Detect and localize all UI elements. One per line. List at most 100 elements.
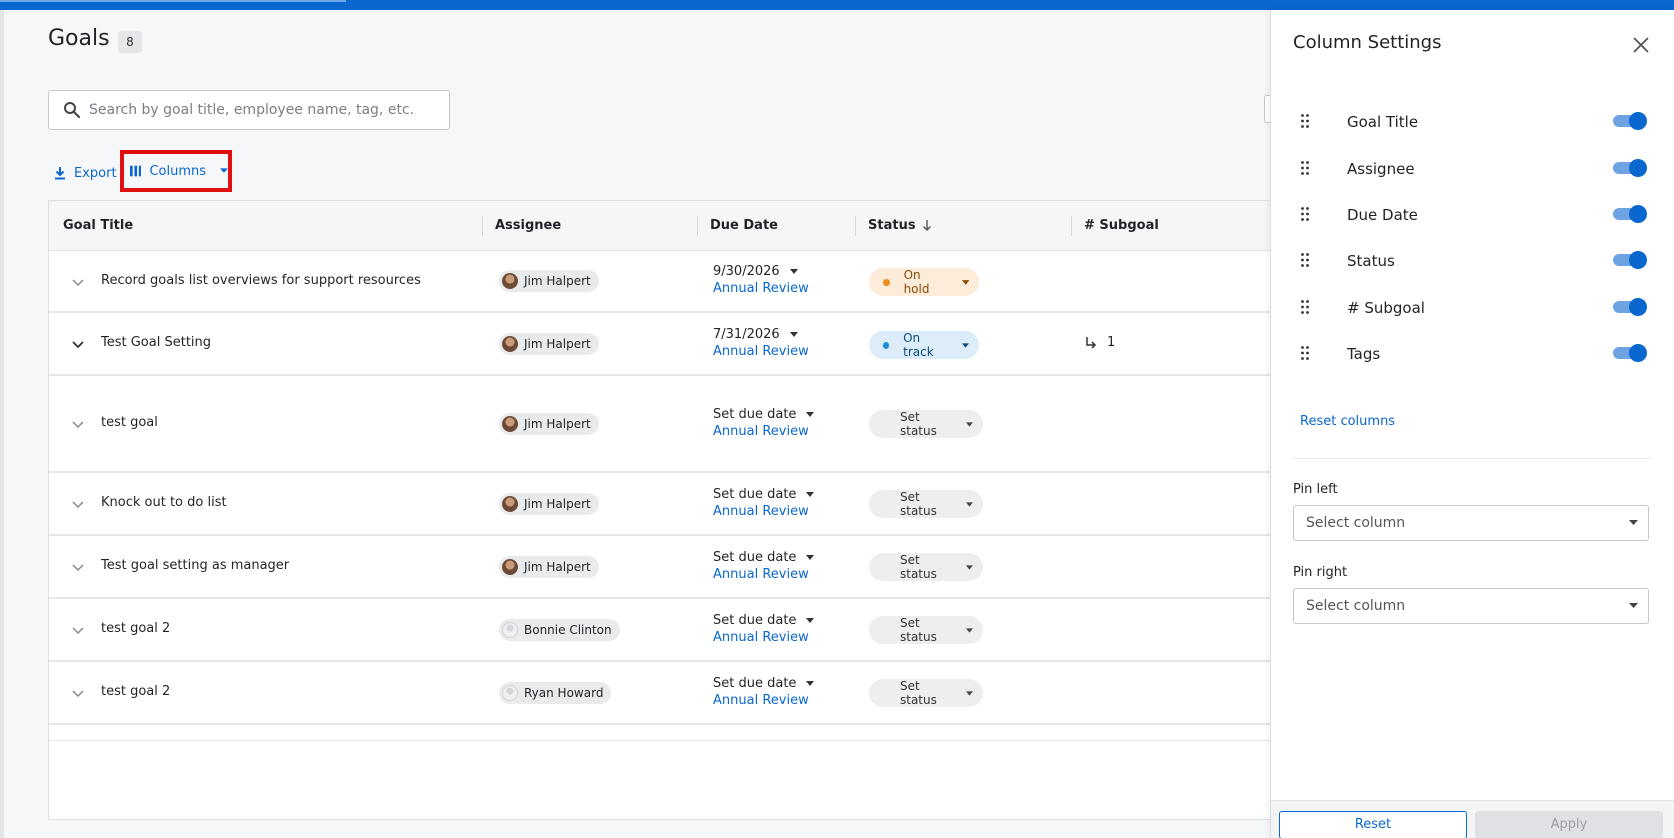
pin-left-select[interactable]: Select column xyxy=(1293,505,1649,541)
column-divider[interactable] xyxy=(1071,216,1072,236)
search-box[interactable] xyxy=(48,90,450,130)
assignee-chip[interactable]: Bonnie Clinton xyxy=(499,619,620,641)
status-dropdown[interactable]: Set status xyxy=(869,410,983,438)
header-status[interactable]: Status xyxy=(868,201,932,251)
header-subgoal[interactable]: # Subgoal xyxy=(1084,201,1159,251)
status-dropdown[interactable]: Set status xyxy=(869,490,983,518)
column-setting-assignee: Assignee xyxy=(1293,154,1653,184)
column-toggle[interactable] xyxy=(1613,251,1647,269)
download-icon xyxy=(55,167,65,180)
review-link[interactable]: Annual Review xyxy=(713,630,863,645)
goal-title[interactable]: test goal xyxy=(101,415,158,430)
subgoal-count[interactable]: 1 xyxy=(1085,335,1115,350)
drag-handle-icon[interactable] xyxy=(1301,161,1309,175)
status-label: Set status xyxy=(900,616,937,644)
table-row[interactable]: Record goals list overviews for support … xyxy=(49,251,1270,313)
status-label: On hold xyxy=(903,268,930,296)
chevron-down-icon[interactable] xyxy=(71,337,85,351)
due-date-picker[interactable]: Set due date xyxy=(713,486,863,503)
assignee-chip[interactable]: Jim Halpert xyxy=(499,556,599,578)
due-date-picker[interactable]: Set due date xyxy=(713,549,863,566)
drag-handle-icon[interactable] xyxy=(1301,346,1309,360)
reset-button[interactable]: Reset xyxy=(1279,811,1467,838)
drag-handle-icon[interactable] xyxy=(1301,253,1309,267)
close-icon[interactable] xyxy=(1632,36,1650,54)
caret-down-icon xyxy=(1629,520,1638,525)
table-row[interactable]: test goal 2 Ryan Howard Set due date Ann… xyxy=(49,662,1270,725)
drag-handle-icon[interactable] xyxy=(1301,114,1309,128)
assignee-chip[interactable]: Jim Halpert xyxy=(499,493,599,515)
assignee-chip[interactable]: Jim Halpert xyxy=(499,270,599,292)
review-link[interactable]: Annual Review xyxy=(713,281,863,296)
export-button[interactable]: Export xyxy=(54,163,117,183)
drag-handle-icon[interactable] xyxy=(1301,207,1309,221)
search-input[interactable] xyxy=(89,91,439,129)
review-link[interactable]: Annual Review xyxy=(713,567,863,582)
due-date-picker[interactable]: Set due date xyxy=(713,406,863,423)
subgoal-value: 1 xyxy=(1107,335,1116,350)
goal-title[interactable]: Knock out to do list xyxy=(101,495,227,510)
status-dropdown[interactable]: Set status xyxy=(869,616,983,644)
assignee-chip[interactable]: Jim Halpert xyxy=(499,333,599,355)
due-date-picker[interactable]: Set due date xyxy=(713,675,863,692)
table-row[interactable]: Test goal setting as manager Jim Halpert… xyxy=(49,536,1270,599)
columns-button[interactable]: Columns xyxy=(120,150,232,192)
goal-title[interactable]: test goal 2 xyxy=(101,621,170,636)
header-goal-title[interactable]: Goal Title xyxy=(63,201,133,251)
column-toggle[interactable] xyxy=(1613,159,1647,177)
column-toggle[interactable] xyxy=(1613,298,1647,316)
caret-down-icon xyxy=(962,342,969,348)
goal-title[interactable]: test goal 2 xyxy=(101,684,170,699)
column-setting-label: Goal Title xyxy=(1347,113,1419,131)
drag-handle-icon[interactable] xyxy=(1301,300,1309,314)
due-date-value: 9/30/2026 xyxy=(713,264,780,279)
goal-title[interactable]: Test goal setting as manager xyxy=(101,558,289,573)
review-link[interactable]: Annual Review xyxy=(713,693,863,708)
due-date-picker[interactable]: 7/31/2026 xyxy=(713,326,863,343)
due-date-picker[interactable]: Set due date xyxy=(713,612,863,629)
column-toggle[interactable] xyxy=(1613,344,1647,362)
goal-title[interactable]: Test Goal Setting xyxy=(101,335,211,350)
column-toggle[interactable] xyxy=(1613,205,1647,223)
table-row[interactable]: test goal 2 Bonnie Clinton Set due date … xyxy=(49,599,1270,662)
header-due-date[interactable]: Due Date xyxy=(710,201,778,251)
header-assignee[interactable]: Assignee xyxy=(495,201,561,251)
column-divider[interactable] xyxy=(482,216,483,236)
status-dropdown[interactable]: Set status xyxy=(869,679,983,707)
chevron-down-icon[interactable] xyxy=(71,623,85,637)
chevron-down-icon[interactable] xyxy=(71,560,85,574)
apply-button[interactable]: Apply xyxy=(1475,811,1663,838)
chevron-down-icon[interactable] xyxy=(71,417,85,431)
caret-down-icon xyxy=(966,421,973,427)
column-setting-label: # Subgoal xyxy=(1347,299,1425,317)
assignee-name: Bonnie Clinton xyxy=(524,623,612,637)
goal-title[interactable]: Record goals list overviews for support … xyxy=(101,273,421,288)
status-dropdown[interactable]: On hold xyxy=(869,268,979,296)
status-dropdown[interactable]: On track xyxy=(869,331,979,359)
assignee-name: Jim Halpert xyxy=(524,497,591,511)
avatar xyxy=(502,336,518,352)
assignee-chip[interactable]: Jim Halpert xyxy=(499,413,599,435)
column-toggle[interactable] xyxy=(1613,112,1647,130)
table-row[interactable]: test goal Jim Halpert Set due date Annua… xyxy=(49,376,1270,473)
due-date-value: Set due date xyxy=(713,550,797,565)
caret-down-icon xyxy=(966,627,973,633)
column-divider[interactable] xyxy=(855,216,856,236)
reset-columns-link[interactable]: Reset columns xyxy=(1300,414,1395,429)
review-link[interactable]: Annual Review xyxy=(713,424,863,439)
table-header: Goal Title Assignee Due Date Status # Su… xyxy=(49,201,1270,251)
table-row[interactable]: Test Goal Setting Jim Halpert 7/31/2026 … xyxy=(49,313,1270,376)
review-link[interactable]: Annual Review xyxy=(713,344,863,359)
caret-down-icon xyxy=(789,332,798,337)
chevron-down-icon[interactable] xyxy=(71,275,85,289)
assignee-chip[interactable]: Ryan Howard xyxy=(499,682,612,704)
table-row[interactable]: Knock out to do list Jim Halpert Set due… xyxy=(49,473,1270,536)
chevron-down-icon[interactable] xyxy=(71,497,85,511)
due-date-picker[interactable]: 9/30/2026 xyxy=(713,263,863,280)
avatar xyxy=(502,622,518,638)
review-link[interactable]: Annual Review xyxy=(713,504,863,519)
column-divider[interactable] xyxy=(697,216,698,236)
pin-right-select[interactable]: Select column xyxy=(1293,588,1649,624)
status-dropdown[interactable]: Set status xyxy=(869,553,983,581)
chevron-down-icon[interactable] xyxy=(71,686,85,700)
